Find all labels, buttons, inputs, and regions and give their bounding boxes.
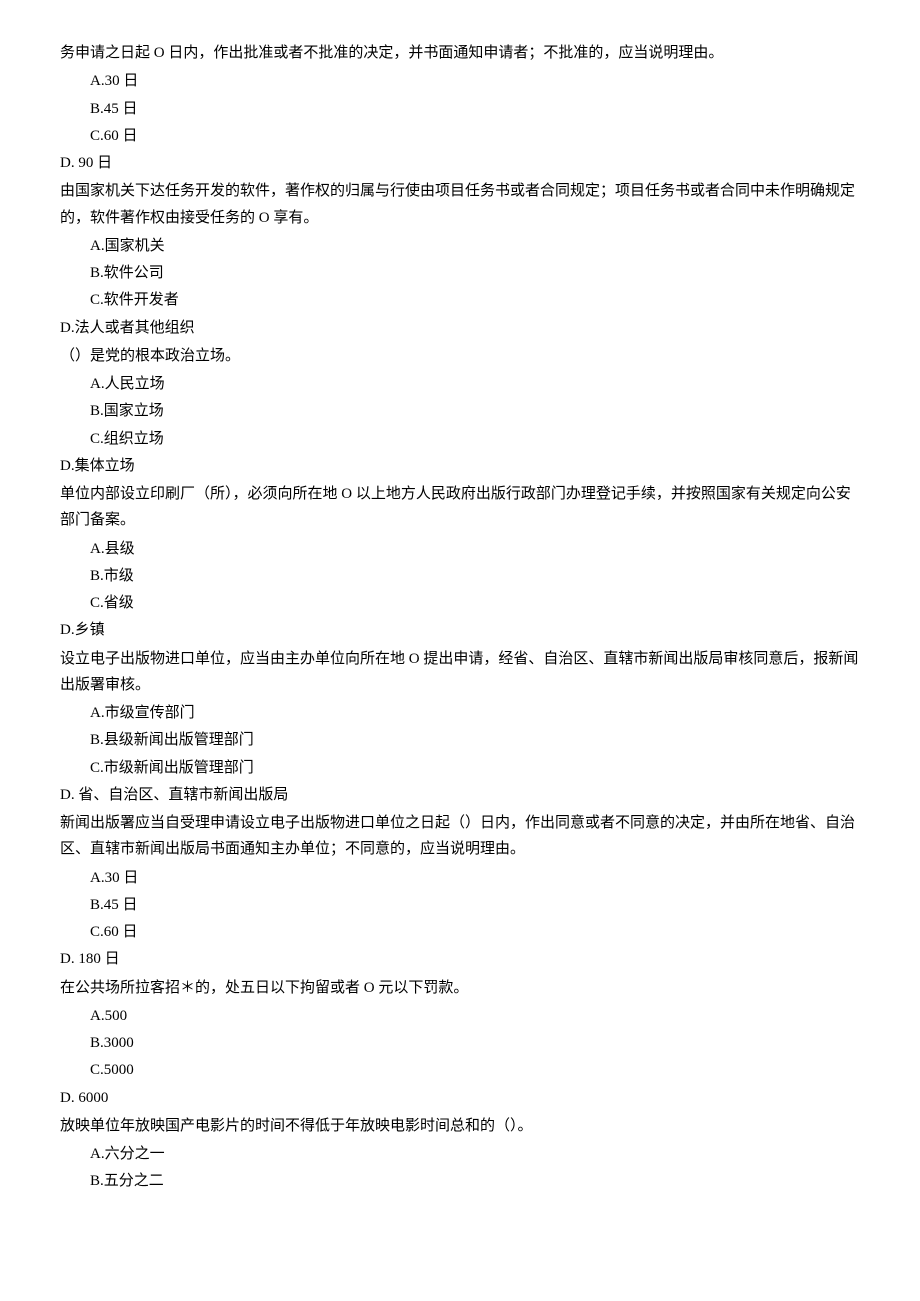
question-4-option-a: A.县级 — [60, 536, 860, 562]
question-2-option-d: D.法人或者其他组织 — [60, 315, 860, 341]
question-3-text: （）是党的根本政治立场。 — [60, 343, 860, 369]
question-6-option-d: D. 180 日 — [60, 946, 860, 972]
question-1-option-d: D. 90 日 — [60, 150, 860, 176]
question-2-option-a: A.国家机关 — [60, 233, 860, 259]
question-6-option-c: C.60 日 — [60, 919, 860, 945]
question-3-option-b: B.国家立场 — [60, 398, 860, 424]
question-7-option-c: C.5000 — [60, 1057, 860, 1083]
question-1-continuation: 务申请之日起 O 日内，作出批准或者不批准的决定，并书面通知申请者；不批准的，应… — [60, 40, 860, 66]
question-4-option-c: C.省级 — [60, 590, 860, 616]
question-3-option-c: C.组织立场 — [60, 426, 860, 452]
question-5-option-a: A.市级宣传部门 — [60, 700, 860, 726]
question-6-option-a: A.30 日 — [60, 865, 860, 891]
question-1-option-c: C.60 日 — [60, 123, 860, 149]
question-1-option-b: B.45 日 — [60, 96, 860, 122]
question-4-option-d: D.乡镇 — [60, 617, 860, 643]
question-1-option-a: A.30 日 — [60, 68, 860, 94]
question-7-option-b: B.3000 — [60, 1030, 860, 1056]
question-5-option-b: B.县级新闻出版管理部门 — [60, 727, 860, 753]
question-7-option-a: A.500 — [60, 1003, 860, 1029]
question-2-text: 由国家机关下达任务开发的软件，著作权的归属与行使由项目任务书或者合同规定；项目任… — [60, 178, 860, 231]
question-6-option-b: B.45 日 — [60, 892, 860, 918]
question-4-text: 单位内部设立印刷厂（所），必须向所在地 O 以上地方人民政府出版行政部门办理登记… — [60, 481, 860, 534]
question-4-option-b: B.市级 — [60, 563, 860, 589]
question-2-option-b: B.软件公司 — [60, 260, 860, 286]
question-2-option-c: C.软件开发者 — [60, 287, 860, 313]
question-8-text: 放映单位年放映国产电影片的时间不得低于年放映电影时间总和的（）。 — [60, 1113, 860, 1139]
question-5-option-d: D. 省、自治区、直辖市新闻出版局 — [60, 782, 860, 808]
question-5-option-c: C.市级新闻出版管理部门 — [60, 755, 860, 781]
question-5-text: 设立电子出版物进口单位，应当由主办单位向所在地 O 提出申请，经省、自治区、直辖… — [60, 646, 860, 699]
question-8-option-a: A.六分之一 — [60, 1141, 860, 1167]
question-8-option-b: B.五分之二 — [60, 1168, 860, 1194]
question-7-option-d: D. 6000 — [60, 1085, 860, 1111]
question-7-text: 在公共场所拉客招＊的，处五日以下拘留或者 O 元以下罚款。 — [60, 975, 860, 1001]
question-3-option-a: A.人民立场 — [60, 371, 860, 397]
question-3-option-d: D.集体立场 — [60, 453, 860, 479]
question-6-text: 新闻出版署应当自受理申请设立电子出版物进口单位之日起（）日内，作出同意或者不同意… — [60, 810, 860, 863]
